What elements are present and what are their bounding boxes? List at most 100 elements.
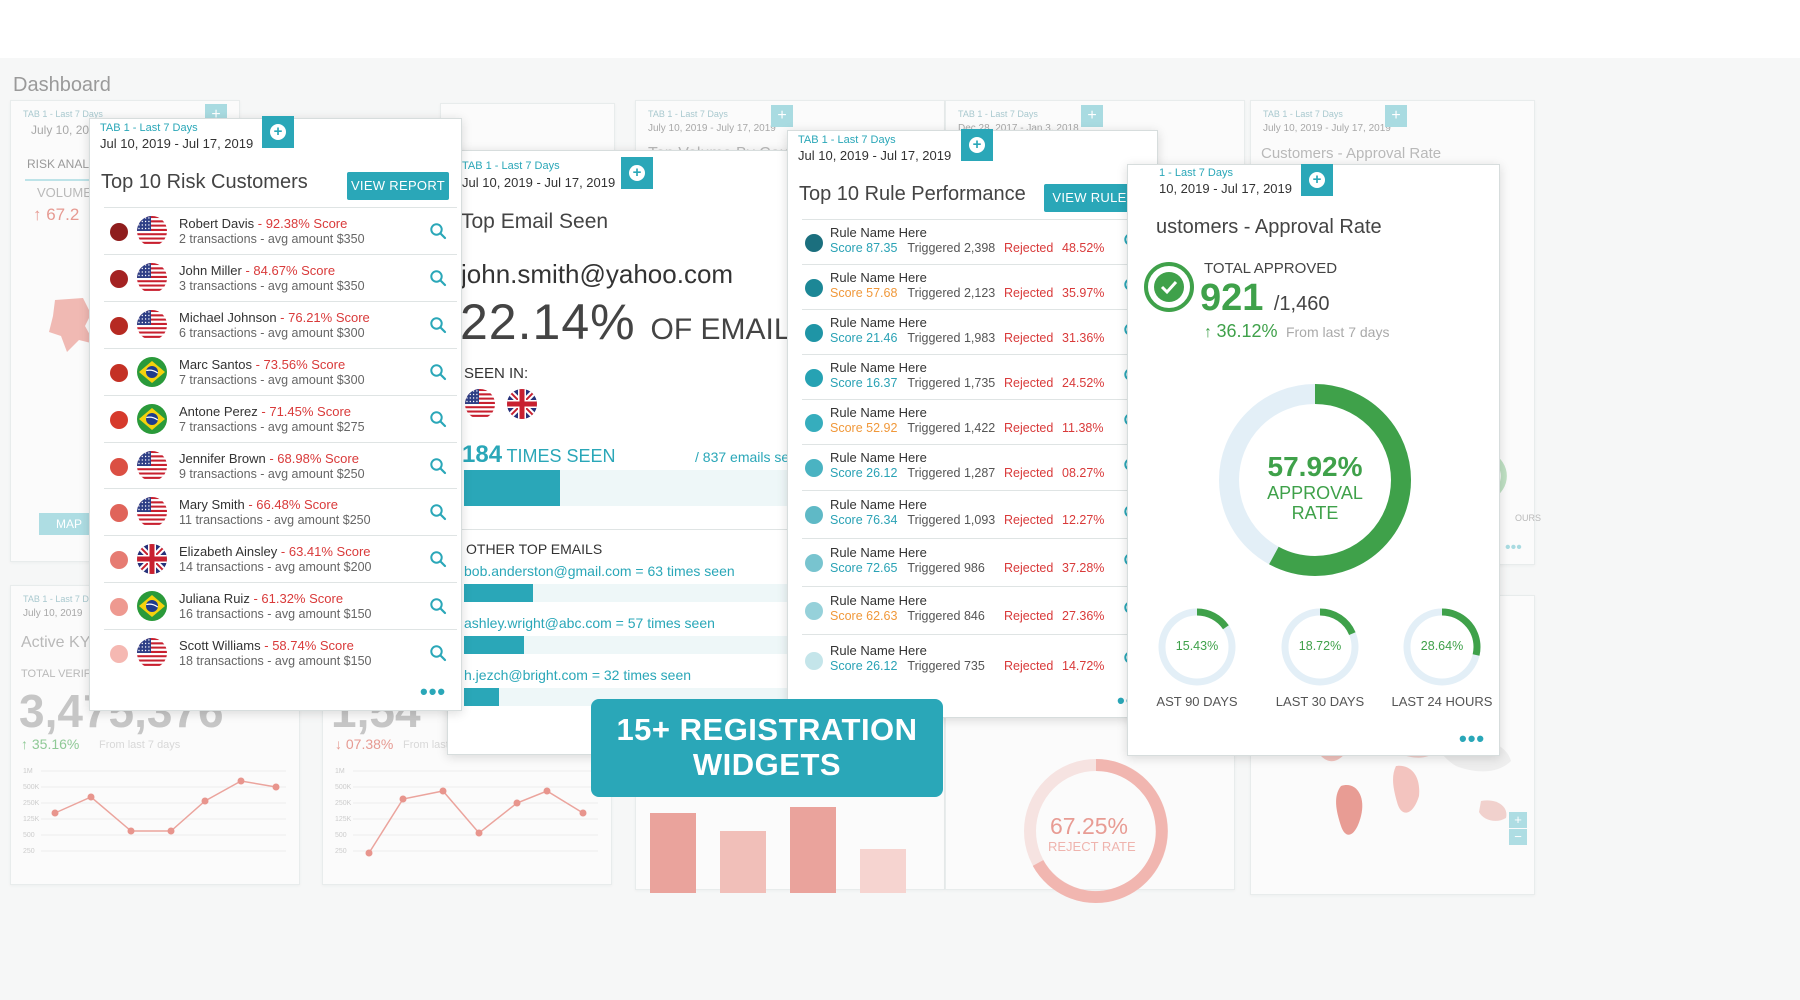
- search-icon[interactable]: [429, 269, 447, 287]
- rule-rejected: 11.38%: [1062, 420, 1104, 435]
- brazil-flag-icon: [137, 591, 167, 622]
- rule-row[interactable]: Rule Name Here Score 62.63 Triggered 846 Re…: [802, 586, 1145, 634]
- rule-row[interactable]: Rule Name Here Score 21.46 Triggered 1,983…: [802, 309, 1145, 354]
- zoom-in-button[interactable]: +: [1509, 812, 1527, 828]
- add-widget-button[interactable]: +: [621, 157, 653, 189]
- rule-row[interactable]: Rule Name Here Score 72.65 Triggered 986 Re…: [802, 538, 1145, 586]
- risk-customer-row[interactable]: Juliana Ruiz - 61.32% Score 16 transactio…: [104, 582, 457, 629]
- search-icon[interactable]: [429, 503, 447, 521]
- view-report-button[interactable]: VIEW REPORT: [347, 172, 449, 200]
- risk-customer-row[interactable]: Jennifer Brown - 68.98% Score 9 transacti…: [104, 441, 457, 489]
- rule-rejected: 08.27%: [1062, 466, 1105, 480]
- rejected-word: Rejected: [1004, 285, 1054, 300]
- risk-customer-row[interactable]: Elizabeth Ainsley - 63.41% Score 14 trans…: [104, 535, 457, 582]
- triggered-word: Triggered: [907, 609, 961, 623]
- rule-score: 62.63: [866, 609, 898, 623]
- other-email-bar-fill: [464, 636, 525, 654]
- risk-customer-row[interactable]: Scott Williams - 58.74% Score 18 transact…: [104, 629, 457, 676]
- rule-score: 26.12: [866, 658, 898, 673]
- tab-label[interactable]: TAB 1 - Last 7 Days: [798, 134, 896, 146]
- rule-row[interactable]: Rule Name Here Score 26.12 Triggered 1,287…: [802, 444, 1145, 490]
- tab-label[interactable]: TAB 1 - Last 7 Days: [100, 122, 198, 134]
- date-range-select[interactable]: Jul 10, 2019 - Jul 17, 2019▼: [100, 136, 270, 151]
- customer-name: Jennifer Brown: [179, 450, 266, 466]
- separator: -: [260, 638, 273, 654]
- separator: -: [249, 591, 262, 607]
- widget-title: Top 10 Rule Performance: [799, 183, 1026, 205]
- uk-flag-icon: [507, 389, 537, 419]
- rule-triggered: 2,123: [963, 285, 996, 300]
- customer-score: 71.45% Score: [269, 403, 352, 419]
- date-range-select[interactable]: 10, 2019 - Jul 17, 2019▼: [1159, 181, 1309, 196]
- search-icon[interactable]: [429, 597, 447, 615]
- risk-customer-row[interactable]: Antone Perez - 71.45% Score 7 transaction…: [104, 394, 457, 442]
- rule-rejected: 24.52%: [1062, 375, 1105, 390]
- date-range-select[interactable]: Jul 10, 2019 - Jul 17, 2019▼: [798, 148, 968, 163]
- rule-row[interactable]: Rule Name Here Score 26.12 Triggered 735 Re…: [802, 634, 1145, 685]
- add-widget-button[interactable]: +: [1301, 164, 1333, 196]
- risk-customer-row[interactable]: Robert Davis - 92.38% Score 2 transaction…: [104, 207, 457, 254]
- more-options-icon[interactable]: •••: [1459, 728, 1485, 750]
- rejected-word: Rejected: [1004, 658, 1054, 673]
- triggered-word: Triggered: [907, 375, 961, 390]
- bg-risk-analysis-label: RISK ANAL: [27, 157, 90, 171]
- customer-score: 76.21% Score: [288, 309, 370, 325]
- triggered-word: Triggered: [907, 466, 961, 480]
- customer-name: John Miller: [179, 262, 242, 278]
- rule-dot: [805, 554, 823, 572]
- rule-row[interactable]: Rule Name Here Score 87.35 Triggered 2,398…: [802, 219, 1145, 264]
- search-icon[interactable]: [429, 644, 447, 662]
- tab-label[interactable]: 1 - Last 7 Days: [1159, 167, 1233, 179]
- search-icon[interactable]: [429, 410, 447, 428]
- other-email-entry: bob.anderston@gmail.com = 63 times seen: [464, 563, 735, 579]
- customer-transactions: 6 transactions - avg amount $300: [179, 325, 365, 340]
- rule-row[interactable]: Rule Name Here Score 16.37 Triggered 1,735…: [802, 354, 1145, 399]
- search-icon[interactable]: [429, 363, 447, 381]
- risk-customer-row[interactable]: Marc Santos - 73.56% Score 7 transactions…: [104, 347, 457, 395]
- rule-row[interactable]: Rule Name Here Score 76.34 Triggered 1,093…: [802, 490, 1145, 538]
- zoom-out-button[interactable]: −: [1509, 829, 1527, 845]
- search-icon[interactable]: [429, 457, 447, 475]
- rule-row[interactable]: Rule Name Here Score 57.68 Triggered 2,123…: [802, 264, 1145, 309]
- bg-volume-value: ↑ 67.2: [33, 205, 80, 224]
- date-range-select[interactable]: Jul 10, 2019 - Jul 17, 2019▼: [462, 175, 632, 190]
- rule-name: Rule Name Here: [830, 269, 927, 285]
- bg-add-icon[interactable]: +: [771, 105, 793, 127]
- add-widget-button[interactable]: +: [262, 116, 294, 148]
- ring-label-2: RATE: [1291, 503, 1339, 523]
- rule-triggered: 2,398: [963, 240, 996, 255]
- rule-row[interactable]: Rule Name Here Score 52.92 Triggered 1,422…: [802, 399, 1145, 444]
- triggered-word: Triggered: [907, 330, 961, 345]
- bg-more-dots[interactable]: •••: [1505, 539, 1522, 557]
- rule-score: 87.35: [866, 240, 898, 255]
- rule-triggered: 1,093: [963, 513, 996, 527]
- search-icon[interactable]: [429, 550, 447, 568]
- search-icon[interactable]: [429, 222, 447, 240]
- search-icon[interactable]: [429, 316, 447, 334]
- tab-label[interactable]: TAB 1 - Last 7 Days: [462, 160, 560, 172]
- risk-customer-row[interactable]: John Miller - 84.67% Score 3 transactions…: [104, 253, 457, 301]
- bg-add-icon[interactable]: +: [1385, 105, 1407, 127]
- more-options-icon[interactable]: •••: [420, 681, 446, 703]
- risk-customer-row[interactable]: Michael Johnson - 76.21% Score 6 transact…: [104, 300, 457, 348]
- rejected-word: Rejected: [1004, 330, 1054, 345]
- us-flag-icon: [137, 450, 167, 481]
- approval-rate-widget: 1 - Last 7 Days 10, 2019 - Jul 17, 2019▼…: [1127, 164, 1500, 756]
- us-flag-icon: [137, 309, 167, 340]
- rule-score: 57.68: [866, 285, 898, 300]
- rule-dot: [805, 602, 823, 620]
- triggered-word: Triggered: [907, 658, 961, 673]
- score-word: Score: [830, 658, 863, 673]
- score-word: Score: [830, 609, 863, 623]
- add-widget-button[interactable]: +: [961, 129, 993, 161]
- bg-add-icon[interactable]: +: [1081, 105, 1103, 127]
- bg-line-chart-1: 1M 500K 250K 125K 500 250: [23, 768, 286, 855]
- us-flag-icon: [137, 262, 167, 293]
- risk-customer-row[interactable]: Mary Smith - 66.48% Score 11 transactions…: [104, 488, 457, 535]
- rule-stats: Score 72.65 Triggered 986 Rejected 37.28%: [830, 561, 1104, 575]
- rule-dot: [805, 368, 823, 387]
- customer-score: 61.32% Score: [261, 591, 344, 607]
- rejected-word: Rejected: [1004, 420, 1054, 435]
- triggered-word: Triggered: [907, 285, 961, 300]
- bg-growth-down: ↓ 07.38%: [335, 736, 394, 752]
